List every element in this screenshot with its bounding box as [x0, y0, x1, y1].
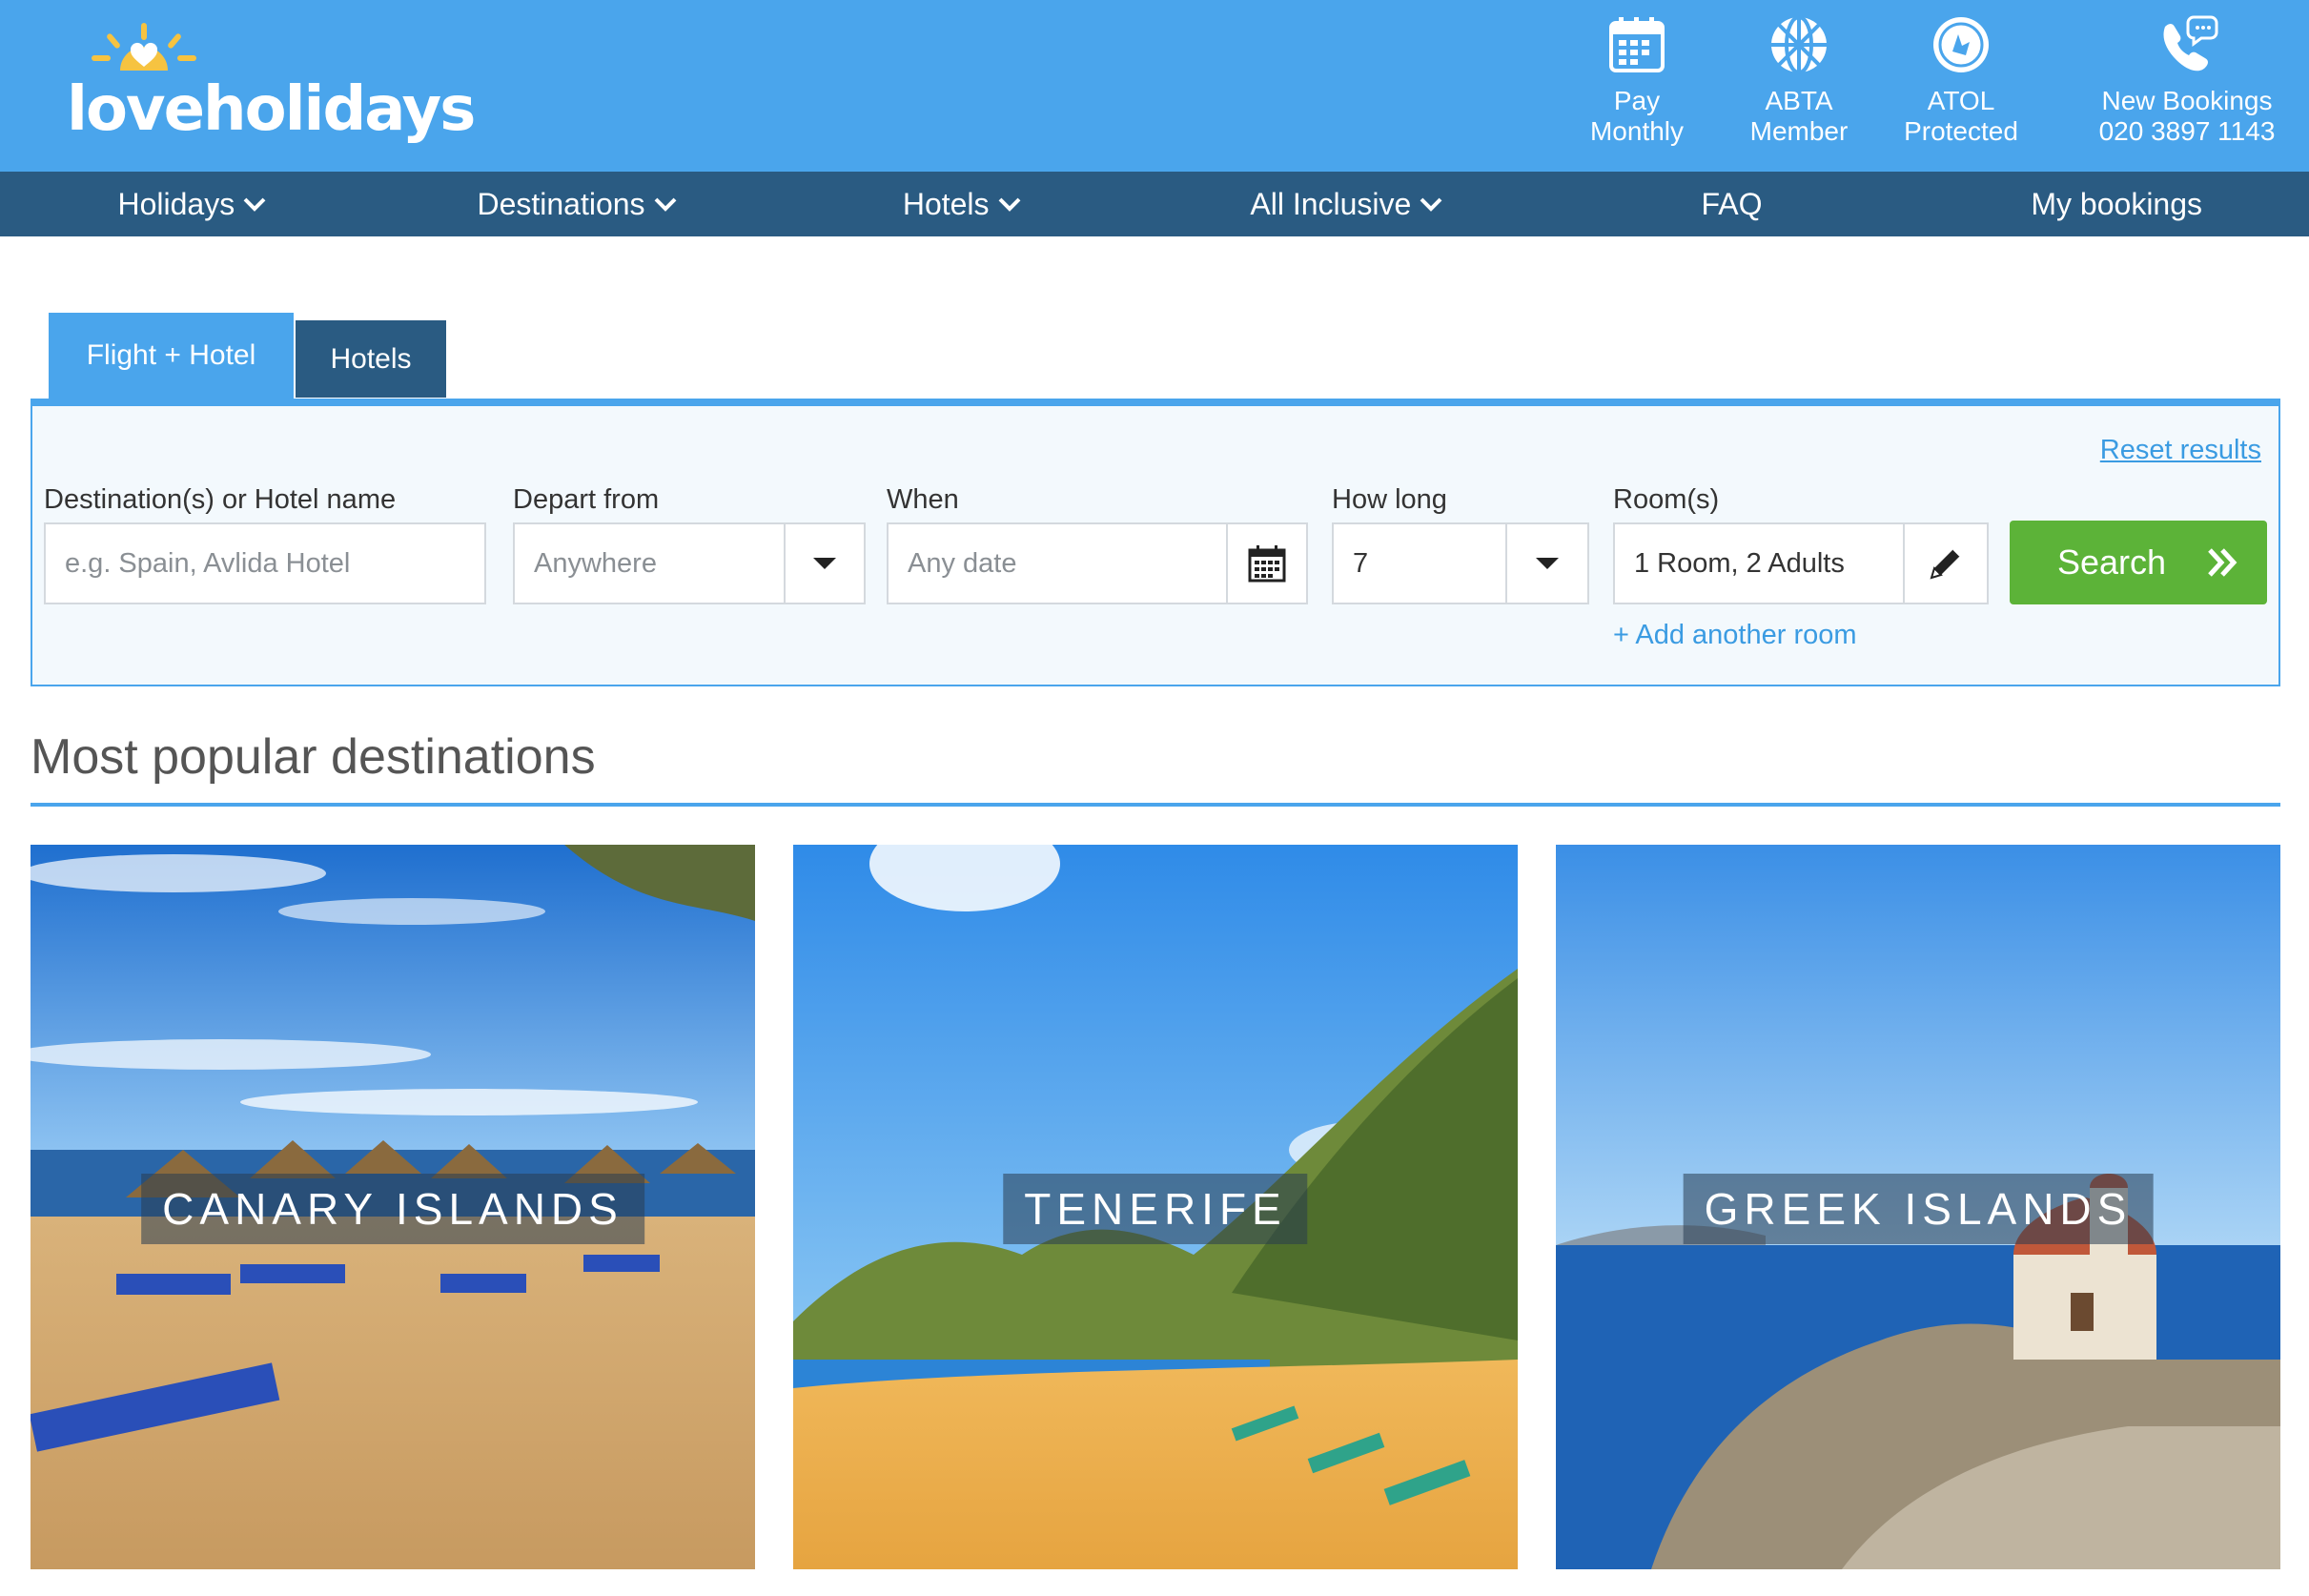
nav-hotels-label: Hotels [902, 186, 990, 221]
add-another-room-link[interactable]: + Add another room [1613, 620, 1857, 651]
section-divider [31, 803, 2280, 807]
destination-card-label: TENERIFE [1003, 1174, 1308, 1244]
pay-monthly-link[interactable]: Pay Monthly [1573, 13, 1701, 156]
atol-line1: ATOL [1927, 86, 1995, 115]
nav-all-inclusive[interactable]: All Inclusive [1154, 172, 1540, 236]
when-label: When [887, 484, 959, 515]
depart-from-label: Depart from [513, 484, 660, 515]
destination-card-greek-islands[interactable]: GREEK ISLANDS [1556, 845, 2280, 1569]
destination-placeholder: e.g. Spain, Avlida Hotel [65, 547, 351, 579]
how-long-value: 7 [1353, 547, 1369, 579]
abta-line1: ABTA [1765, 86, 1833, 115]
phone-chat-icon [2163, 15, 2218, 72]
abta-globe-icon [1771, 15, 1827, 74]
search-button[interactable]: Search [2010, 521, 2267, 604]
section-title: Most popular destinations [31, 729, 596, 785]
atol-badge-icon [1933, 17, 1989, 72]
chevron-down-icon [243, 197, 266, 212]
logo[interactable]: loveholidays [67, 21, 476, 154]
tab-hotels[interactable]: Hotels [296, 320, 446, 398]
top-header: loveholidays Pay Monthly ABTA Member ATO… [0, 0, 2309, 172]
chevron-down-icon [998, 197, 1020, 212]
destination-card-tenerife[interactable]: TENERIFE [793, 845, 1518, 1569]
destination-card-canary-islands[interactable]: CANARY ISLANDS [31, 845, 755, 1569]
new-bookings-label: New Bookings [2101, 86, 2273, 115]
rooms-input[interactable]: 1 Room, 2 Adults [1613, 522, 1989, 604]
when-placeholder: Any date [908, 547, 1017, 579]
tab-flight-hotel[interactable]: Flight + Hotel [49, 313, 294, 399]
nav-destinations-label: Destinations [477, 186, 645, 221]
nav-my-bookings-label: My bookings [2031, 186, 2203, 221]
main-nav: Holidays Destinations Hotels All Inclusi… [0, 172, 2309, 236]
depart-from-select[interactable]: Anywhere [513, 522, 866, 604]
destination-input[interactable]: e.g. Spain, Avlida Hotel [44, 522, 486, 604]
how-long-label: How long [1332, 484, 1447, 515]
edit-rooms-button[interactable] [1903, 524, 1987, 603]
nav-holidays-label: Holidays [117, 186, 235, 221]
how-long-dropdown-toggle[interactable] [1505, 524, 1587, 603]
calendar-button[interactable] [1226, 524, 1306, 603]
nav-faq[interactable]: FAQ [1540, 172, 1925, 236]
caret-down-icon [1536, 558, 1559, 569]
nav-my-bookings[interactable]: My bookings [1924, 172, 2309, 236]
pencil-icon [1930, 548, 1961, 580]
depart-dropdown-toggle[interactable] [784, 524, 864, 603]
destination-card-label: CANARY ISLANDS [141, 1174, 644, 1244]
how-long-select[interactable]: 7 [1332, 522, 1589, 604]
atol-line2: Protected [1904, 116, 2018, 146]
nav-all-inclusive-label: All Inclusive [1250, 186, 1412, 221]
atol-protected-link[interactable]: ATOL Protected [1897, 13, 2025, 156]
destination-label: Destination(s) or Hotel name [44, 484, 397, 515]
search-button-label: Search [2057, 542, 2167, 582]
pay-monthly-line1: Pay [1613, 86, 1661, 115]
calendar-icon [1248, 545, 1286, 583]
nav-holidays[interactable]: Holidays [0, 172, 385, 236]
rooms-label: Room(s) [1613, 484, 1720, 515]
chevron-down-icon [1420, 197, 1442, 212]
search-panel: Reset results Destination(s) or Hotel na… [31, 399, 2280, 686]
chevron-down-icon [654, 197, 676, 212]
caret-down-icon [813, 558, 836, 569]
rooms-value: 1 Room, 2 Adults [1634, 547, 1845, 579]
nav-faq-label: FAQ [1701, 186, 1763, 221]
abta-line2: Member [1749, 116, 1849, 146]
destination-card-label: GREEK ISLANDS [1683, 1174, 2154, 1244]
when-date-input[interactable]: Any date [887, 522, 1308, 604]
nav-destinations[interactable]: Destinations [385, 172, 770, 236]
logo-text: loveholidays [67, 74, 476, 145]
new-bookings-phone[interactable]: New Bookings 020 3897 1143 [2078, 13, 2296, 156]
calendar-icon [1609, 17, 1665, 72]
pay-monthly-line2: Monthly [1589, 116, 1685, 146]
nav-hotels[interactable]: Hotels [769, 172, 1154, 236]
abta-member-link[interactable]: ABTA Member [1735, 13, 1863, 156]
new-bookings-number: 020 3897 1143 [2098, 116, 2276, 146]
reset-results-link[interactable]: Reset results [2100, 435, 2261, 466]
depart-from-placeholder: Anywhere [534, 547, 657, 579]
double-chevron-right-icon [2208, 548, 2237, 577]
